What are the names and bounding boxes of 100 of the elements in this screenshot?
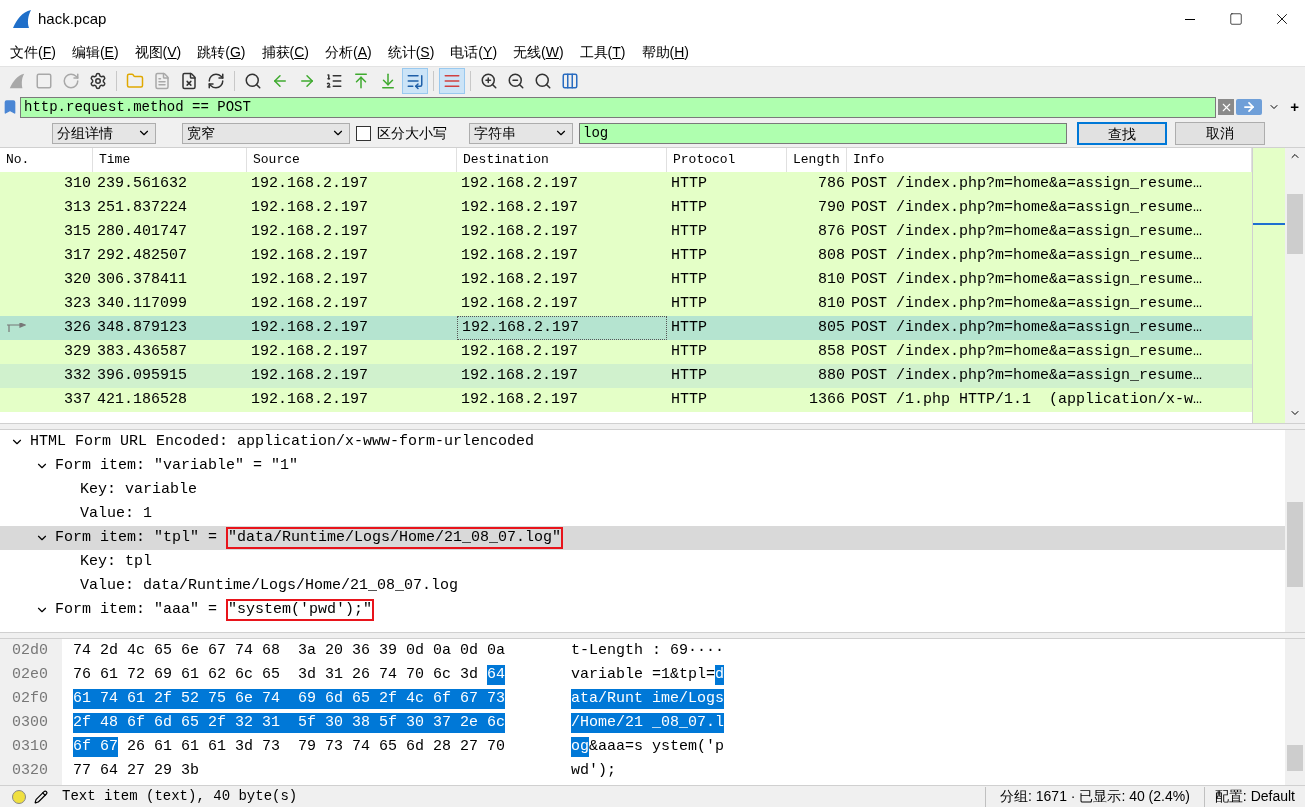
- edit-comment-icon[interactable]: [34, 789, 48, 804]
- encoding-dropdown[interactable]: 宽窄: [182, 122, 350, 144]
- table-cell-text: 808: [818, 245, 845, 266]
- ascii-text[interactable]: /Home/21 _08_07.l: [571, 713, 725, 733]
- ascii-text[interactable]: ata/Runt ime/Logs: [571, 689, 725, 709]
- ascii-text[interactable]: &aaa=s ystem('p: [589, 737, 725, 757]
- hex-bytes[interactable]: 74 2d 4c 65 6e 67 74 68 3a 20 36 39 0d 0a 0d 0a: [73, 641, 506, 661]
- hex-bytes[interactable]: 26 61 61 61 3d 73 79 73 74 65 6d 28 27 70: [118, 737, 506, 757]
- apply-button[interactable]: [1236, 99, 1263, 115]
- menu-item[interactable]: 工具(T): [571, 41, 634, 63]
- menu-item[interactable]: 无线(W): [505, 41, 572, 63]
- filter-field[interactable]: http.request.method == POST: [20, 96, 1217, 118]
- reload-icon: [207, 72, 225, 90]
- find-button[interactable]: 查找: [1077, 121, 1167, 145]
- table-cell-text: POST /index.php?m=home&a=assign_resume…: [851, 221, 1203, 242]
- scrollbar-thumb[interactable]: [1287, 502, 1303, 587]
- table-cell-text: HTTP: [671, 365, 707, 386]
- packet-row[interactable]: 313 251.837224 192.168.2.197 192.168.2.197 HTTP 790 POST /index.php?m=home&a=assign_resume…: [0, 196, 1252, 220]
- menu-item[interactable]: 捕获(C): [253, 41, 317, 63]
- table-cell-text: 192.168.2.197: [461, 245, 579, 266]
- scrollbar[interactable]: [1285, 430, 1305, 632]
- menu-item[interactable]: 电话(Y): [442, 41, 506, 63]
- arrow-up-to-line-icon: [352, 72, 370, 90]
- ascii-text[interactable]: t-Length : 69····: [571, 641, 725, 661]
- maximize-icon: [1229, 12, 1243, 26]
- clear-button[interactable]: [1218, 99, 1235, 115]
- close-file-icon: [180, 72, 198, 90]
- packet-row[interactable]: 323 340.117099 192.168.2.197 192.168.2.197 HTTP 810 POST /index.php?m=home&a=assign_resume…: [0, 292, 1252, 316]
- search-field[interactable]: log: [579, 122, 1067, 144]
- table-cell-text: 858: [818, 341, 845, 362]
- go-to-line-icon: [325, 72, 343, 90]
- table-cell-text: 192.168.2.197: [461, 197, 579, 218]
- ascii-text[interactable]: variable =1&tpl=: [571, 665, 716, 685]
- hex-bytes[interactable]: 6f 67: [73, 737, 118, 757]
- scrollbar-thumb[interactable]: [1287, 745, 1303, 771]
- window-title: hack.pcap: [38, 8, 107, 29]
- table-cell-text: 192.168.2.197: [461, 341, 579, 362]
- hex-bytes[interactable]: 77 64 27 29 3b: [73, 761, 200, 781]
- packet-row[interactable]: 315 280.401747 192.168.2.197 192.168.2.197 HTTP 876 POST /index.php?m=home&a=assign_resume…: [0, 220, 1252, 244]
- arrow-right-icon: [1242, 100, 1257, 114]
- table-cell-text: 315: [64, 221, 91, 242]
- packet-row[interactable]: 329 383.436587 192.168.2.197 192.168.2.197 HTTP 858 POST /index.php?m=home&a=assign_resume…: [0, 340, 1252, 364]
- menu-item[interactable]: 统计(S): [379, 41, 443, 63]
- hex-bytes[interactable]: 76 61 72 69 61 62 6c 65 3d 31 26 74 70 6c 3d: [73, 665, 488, 685]
- type-dropdown[interactable]: 字符串: [469, 122, 573, 144]
- table-cell-text: 396.095915: [97, 365, 187, 386]
- offset-label: 0300: [12, 713, 49, 733]
- table-cell-text: 313: [64, 197, 91, 218]
- menu-item[interactable]: 跳转(G): [189, 41, 254, 63]
- table-cell-text: 192.168.2.197: [251, 221, 369, 242]
- menu-item[interactable]: 帮助(H): [633, 41, 697, 63]
- ascii-text[interactable]: d: [715, 665, 725, 685]
- scrollbar[interactable]: [1285, 639, 1305, 785]
- tree-row[interactable]: Form item: "tpl" = "data/Runtime/Logs/Home/21_08_07.log": [0, 526, 1285, 550]
- checkbox-label: 区分大小写: [377, 123, 447, 143]
- packet-row[interactable]: 332 396.095915 192.168.2.197 192.168.2.197 HTTP 880 POST /index.php?m=home&a=assign_resume…: [0, 364, 1252, 388]
- packet-row[interactable]: 326 348.879123 192.168.2.197 192.168.2.197 HTTP 805 POST /index.php?m=home&a=assign_resume…: [0, 316, 1252, 340]
- table-cell-text: 192.168.2.197: [461, 365, 579, 386]
- autoscroll-icon: [406, 72, 424, 90]
- table-cell-text: 326: [64, 317, 91, 338]
- cancel-button[interactable]: 取消: [1175, 121, 1265, 145]
- table-cell-text: POST /index.php?m=home&a=assign_resume…: [851, 317, 1203, 338]
- highlighted-value: "system('pwd');": [226, 599, 375, 621]
- packet-row[interactable]: 337 421.186528 192.168.2.197 192.168.2.197 HTTP 1366 POST /1.php HTTP/1.1 (application/x-w…: [0, 388, 1252, 412]
- hex-bytes[interactable]: 64: [487, 665, 506, 685]
- shark-fin-icon: [8, 72, 26, 90]
- offset-label: 02e0: [12, 665, 49, 685]
- hex-bytes[interactable]: 2f 48 6f 6d 65 2f 32 31 5f 30 38 5f 30 37 2e 6c: [73, 713, 506, 733]
- menu-item[interactable]: 编辑(E): [63, 41, 127, 63]
- search-in-dropdown[interactable]: 分组详情: [52, 122, 156, 144]
- checkbox[interactable]: [356, 125, 371, 141]
- settings-icon: [89, 72, 107, 90]
- toolbar-button[interactable]: [402, 68, 428, 94]
- add-filter-button[interactable]: +: [1286, 95, 1303, 119]
- menu-item[interactable]: 分析(A): [317, 41, 380, 63]
- packet-row[interactable]: 317 292.482507 192.168.2.197 192.168.2.197 HTTP 808 POST /index.php?m=home&a=assign_resume…: [0, 244, 1252, 268]
- hex-bytes[interactable]: 61 74 61 2f 52 75 6e 74 69 6d 65 2f 4c 6f 67 73: [73, 689, 506, 709]
- status-indicator-icon[interactable]: [12, 789, 26, 804]
- menu-item[interactable]: 视图(V): [126, 41, 190, 63]
- zoom-reset-icon: [534, 72, 552, 90]
- table-cell-text: POST /index.php?m=home&a=assign_resume…: [851, 365, 1203, 386]
- table-cell-text: HTTP: [671, 173, 707, 194]
- packet-row[interactable]: 310 239.561632 192.168.2.197 192.168.2.197 HTTP 786 POST /index.php?m=home&a=assign_resume…: [0, 172, 1252, 196]
- bookmark-icon[interactable]: [2, 99, 18, 115]
- zoom-out-icon: [507, 72, 525, 90]
- profile-label[interactable]: 配置: Default: [1204, 786, 1305, 807]
- scrollbar-thumb[interactable]: [1287, 194, 1303, 254]
- packet-row[interactable]: 320 306.378411 192.168.2.197 192.168.2.197 HTTP 810 POST /index.php?m=home&a=assign_resume…: [0, 268, 1252, 292]
- table-cell-text: 786: [818, 173, 845, 194]
- table-cell-text: 192.168.2.197: [461, 173, 579, 194]
- table-cell-text: 251.837224: [97, 197, 187, 218]
- table-cell-text: 192.168.2.197: [251, 365, 369, 386]
- scrollbar[interactable]: [1285, 148, 1305, 423]
- table-cell-text: 192.168.2.197: [251, 245, 369, 266]
- arrow-down-to-line-icon: [379, 72, 397, 90]
- ascii-text[interactable]: wd');: [571, 761, 616, 781]
- table-cell-text: 348.879123: [97, 317, 187, 338]
- table-cell-text: 320: [64, 269, 91, 290]
- menu-item[interactable]: 文件(F): [2, 41, 64, 63]
- table-cell-text: 192.168.2.197: [461, 293, 579, 314]
